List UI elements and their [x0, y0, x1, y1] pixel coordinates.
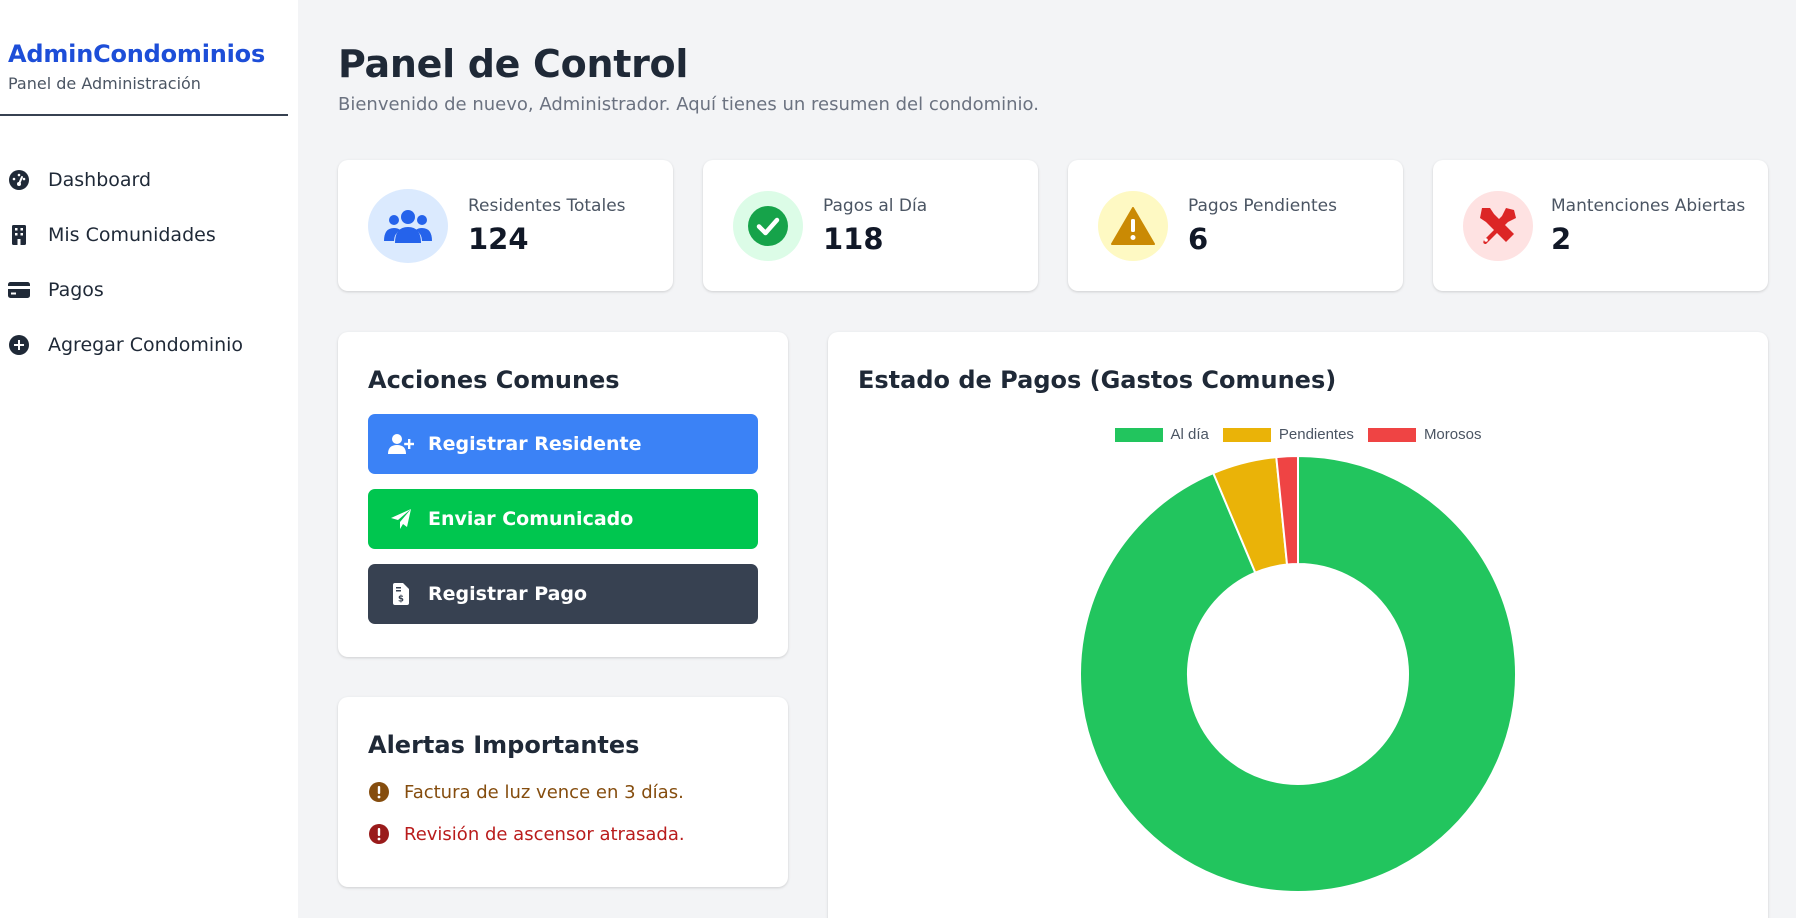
alerts-card: Alertas Importantes Factura de luz vence…	[338, 697, 788, 887]
paper-plane-icon	[388, 506, 414, 532]
invoice-dollar-icon: $	[388, 581, 414, 607]
stat-label: Pagos Pendientes	[1188, 195, 1337, 216]
plus-circle-icon	[8, 334, 30, 356]
credit-card-icon	[8, 279, 30, 301]
sidebar-nav: Dashboard Mis Comunidades Pagos Agregar …	[0, 152, 298, 372]
alert-text: Revisión de ascensor atrasada.	[404, 823, 685, 845]
stat-card-residentes: Residentes Totales 124	[338, 160, 673, 291]
tools-icon	[1463, 190, 1533, 261]
gauge-icon	[8, 169, 30, 191]
button-label: Registrar Pago	[428, 583, 588, 605]
registrar-pago-button[interactable]: $ Registrar Pago	[368, 564, 758, 624]
alerts-title: Alertas Importantes	[368, 731, 640, 759]
stat-value: 124	[468, 221, 529, 256]
actions-title: Acciones Comunes	[368, 366, 620, 394]
button-label: Registrar Residente	[428, 433, 642, 455]
stat-value: 6	[1188, 221, 1209, 256]
exclamation-circle-icon	[369, 824, 389, 844]
brand-title[interactable]: AdminCondominios	[8, 40, 290, 68]
stat-value: 2	[1551, 221, 1572, 256]
sidebar-item-label: Mis Comunidades	[48, 223, 216, 246]
svg-text:$: $	[398, 595, 404, 605]
payments-chart-card: Estado de Pagos (Gastos Comunes) Al día …	[828, 332, 1768, 918]
sidebar-item-agregar-condominio[interactable]: Agregar Condominio	[0, 317, 298, 372]
stat-label: Residentes Totales	[468, 195, 626, 216]
check-circle-icon	[733, 190, 803, 261]
brand-subtitle: Panel de Administración	[8, 74, 201, 93]
alert-item: Revisión de ascensor atrasada.	[368, 823, 758, 845]
user-plus-icon	[388, 431, 414, 457]
exclamation-circle-icon	[369, 782, 389, 802]
button-label: Enviar Comunicado	[428, 508, 634, 530]
page-subtitle: Bienvenido de nuevo, Administrador. Aquí…	[338, 94, 1039, 115]
stat-value: 118	[823, 221, 884, 256]
stat-label: Mantenciones Abiertas	[1551, 195, 1746, 216]
stat-card-pagos-pendientes: Pagos Pendientes 6	[1068, 160, 1403, 291]
stat-card-mantenciones: Mantenciones Abiertas 2	[1433, 160, 1768, 291]
alert-item: Factura de luz vence en 3 días.	[368, 781, 758, 803]
sidebar-item-label: Agregar Condominio	[48, 333, 244, 356]
donut-chart	[1079, 454, 1517, 893]
actions-card: Acciones Comunes Registrar Residente Env…	[338, 332, 788, 657]
enviar-comunicado-button[interactable]: Enviar Comunicado	[368, 489, 758, 549]
alert-text: Factura de luz vence en 3 días.	[404, 781, 684, 803]
stat-card-pagos-al-dia: Pagos al Día 118	[703, 160, 1038, 291]
sidebar-item-label: Pagos	[48, 278, 104, 301]
building-icon	[8, 224, 30, 246]
sidebar-item-pagos[interactable]: Pagos	[0, 262, 298, 317]
sidebar: AdminCondominios Panel de Administración…	[0, 0, 298, 918]
registrar-residente-button[interactable]: Registrar Residente	[368, 414, 758, 474]
page-title: Panel de Control	[338, 42, 689, 86]
sidebar-item-label: Dashboard	[48, 168, 152, 191]
warning-icon	[1098, 190, 1168, 261]
users-icon	[368, 188, 448, 263]
sidebar-divider	[0, 114, 288, 116]
sidebar-item-comunidades[interactable]: Mis Comunidades	[0, 207, 298, 262]
stat-label: Pagos al Día	[823, 195, 928, 216]
brand: AdminCondominios Panel de Administración	[0, 0, 298, 93]
sidebar-item-dashboard[interactable]: Dashboard	[0, 152, 298, 207]
